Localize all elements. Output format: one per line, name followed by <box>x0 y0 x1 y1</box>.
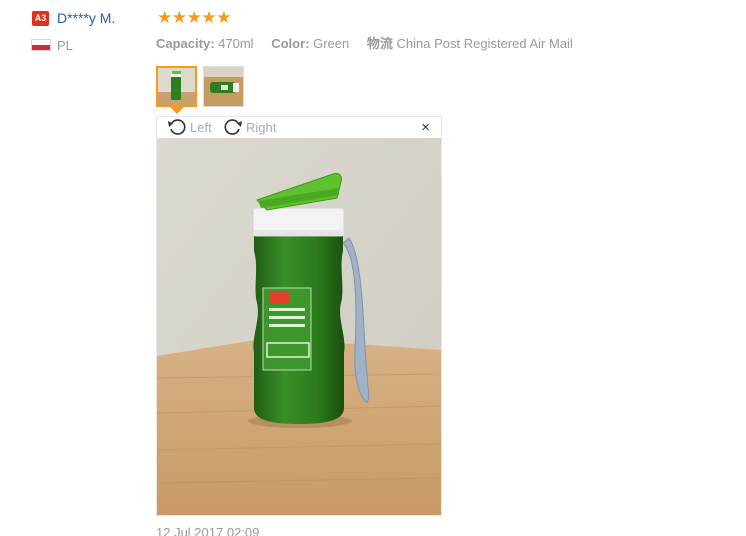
flag-pl-icon <box>31 39 51 51</box>
color-value: Green <box>313 36 350 51</box>
shipping-value: China Post Registered Air Mail <box>396 36 573 51</box>
photo-viewer: Left Right × <box>156 116 442 516</box>
order-attributes: Capacity: 470ml Color: Green 物流 China Po… <box>156 33 573 52</box>
rotate-left-label: Left <box>190 119 212 135</box>
user-level-badge: A3 <box>32 11 49 26</box>
star-icon: ★ <box>216 8 232 27</box>
star-icon: ★ <box>157 8 173 27</box>
rotate-left-icon <box>168 119 186 135</box>
capacity-value: 470ml <box>218 36 254 51</box>
rotate-right-icon <box>224 119 242 135</box>
star-icon: ★ <box>201 8 217 27</box>
close-icon[interactable]: × <box>421 120 430 135</box>
review-photo-large <box>157 138 441 515</box>
selected-thumbnail-pointer <box>170 107 184 114</box>
rotate-right-label: Right <box>246 119 277 135</box>
color-label: Color: <box>271 36 310 51</box>
rotate-left-button[interactable]: Left <box>167 118 212 136</box>
capacity-label: Capacity: <box>156 36 215 51</box>
review-photo-thumbnail-1[interactable] <box>156 66 197 107</box>
rotate-right-button[interactable]: Right <box>223 118 276 136</box>
shipping-label: 物流 <box>366 36 393 51</box>
reviewer-name[interactable]: D****y M. <box>57 10 115 26</box>
photo-viewer-toolbar: Left Right × <box>157 117 441 138</box>
reviewer-country: PL <box>57 38 73 53</box>
star-icon: ★ <box>171 8 188 27</box>
star-icon: ★ <box>186 8 202 27</box>
rating-stars: ★ ★ ★ ★ ★ <box>157 9 231 27</box>
review-date: 12 Jul 2017 02:09 <box>156 525 260 536</box>
review-photo-thumbnail-2[interactable] <box>203 66 244 107</box>
